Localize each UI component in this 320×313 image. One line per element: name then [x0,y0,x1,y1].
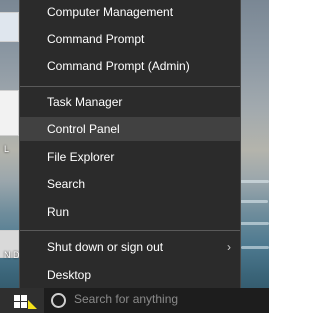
menu-item-label: Command Prompt (Admin) [47,59,190,73]
mouse-cursor-icon [28,300,37,309]
winx-context-menu: Computer Management Command Prompt Comma… [19,0,241,296]
menu-item-shut-down-or-sign-out[interactable]: Shut down or sign out › [20,235,240,259]
menu-item-control-panel[interactable]: Control Panel [20,117,240,141]
wallpaper-wave [238,200,268,203]
menu-item-label: Computer Management [47,5,174,19]
menu-item-run[interactable]: Run [20,200,240,224]
menu-separator [20,230,240,231]
menu-item-label: Shut down or sign out [47,240,164,254]
menu-item-desktop[interactable]: Desktop [20,263,240,287]
menu-item-label: Task Manager [47,95,123,109]
menu-item-task-manager[interactable]: Task Manager [20,90,240,114]
menu-item-command-prompt[interactable]: Command Prompt [20,27,240,51]
menu-item-label: File Explorer [47,150,115,164]
desktop-icon-label: N D [4,250,20,260]
menu-item-label: Run [47,205,70,219]
wallpaper-wave [241,246,269,249]
menu-item-file-explorer[interactable]: File Explorer [20,145,240,169]
chevron-right-icon: › [227,240,231,254]
menu-item-label: Control Panel [47,122,120,136]
taskbar-search-box[interactable]: Search for anything [44,288,269,313]
menu-separator [20,86,240,87]
windows-logo-icon [14,295,27,308]
menu-item-label: Command Prompt [47,32,145,46]
start-button[interactable] [0,288,44,313]
menu-item-command-prompt-admin[interactable]: Command Prompt (Admin) [20,54,240,78]
desktop-icon-label: L [4,144,10,154]
menu-item-label: Desktop [47,268,92,282]
search-circle-icon [51,293,66,308]
menu-item-computer-management[interactable]: Computer Management [20,0,240,24]
search-placeholder: Search for anything [74,292,179,306]
desktop-icon[interactable] [0,90,19,136]
desktop-screen: L N D Computer Management Command Prompt… [0,0,269,313]
menu-item-label: Search [47,177,86,191]
menu-item-search[interactable]: Search [20,172,240,196]
desktop-icon[interactable] [0,12,19,42]
